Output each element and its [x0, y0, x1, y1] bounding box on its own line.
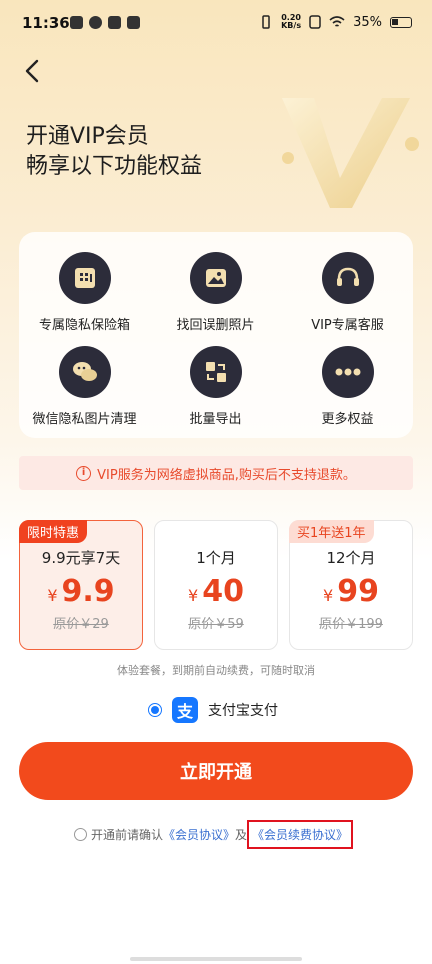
status-bar: 11:36 0.20 KB/s 35% [0, 0, 432, 50]
title-line-2: 畅享以下功能权益 [26, 154, 203, 179]
feature-item[interactable]: 专属隐私保险箱 [19, 252, 150, 333]
feature-label: 批量导出 [189, 412, 242, 427]
notification-icons [70, 16, 140, 29]
feature-item[interactable]: 更多权益 [282, 346, 413, 427]
plan-price: ¥40 [155, 574, 277, 609]
safe-icon [58, 252, 111, 304]
notice-text: VIP服务为网络虚拟商品,购买后不支持退款。 [97, 467, 356, 483]
agreement-prefix: 开通前请确认 [91, 828, 164, 842]
vip-v-logo-icon [282, 98, 419, 208]
more-icon [321, 346, 374, 398]
notification-app-icon [108, 16, 121, 29]
page-title: 开通VIP会员 畅享以下功能权益 [26, 122, 202, 182]
alipay-icon: 支 [172, 697, 198, 723]
back-button[interactable] [18, 56, 48, 86]
activate-button[interactable]: 立即开通 [19, 742, 413, 800]
price-value: 99 [337, 574, 379, 609]
notification-app-icon [89, 16, 102, 29]
feature-item[interactable]: VIP专属客服 [282, 252, 413, 333]
battery-icon [390, 16, 412, 28]
currency-symbol: ¥ [323, 586, 334, 605]
tiktok-icon [127, 16, 140, 29]
home-indicator[interactable] [130, 957, 302, 961]
plan-card-monthly[interactable]: 1个月 ¥40 原价￥59 [154, 520, 278, 650]
headset-icon [321, 252, 374, 304]
currency-symbol: ¥ [47, 586, 58, 605]
plan-name: 9.9元享7天 [41, 549, 121, 567]
feature-label: 更多权益 [321, 412, 374, 427]
title-line-1: 开通VIP会员 [26, 124, 149, 149]
plan-badge: 买1年送1年 [289, 520, 374, 543]
notification-app-icon [70, 16, 83, 29]
photo-icon [189, 252, 242, 304]
export-icon [189, 346, 242, 398]
plan-card-yearly[interactable]: 买1年送1年 12个月 ¥99 原价￥199 [289, 520, 413, 650]
plan-card-trial[interactable]: 限时特惠 9.9元享7天 ¥9.9 原价￥29 [19, 520, 143, 650]
status-time: 11:36 [22, 14, 70, 32]
renewal-agreement-link[interactable]: 《会员续费协议》 [252, 828, 348, 842]
plan-name: 1个月 [196, 549, 236, 567]
plan-original-price: 原价￥199 [319, 617, 383, 632]
payment-radio[interactable] [148, 703, 162, 717]
payment-label: 支付宝支付 [208, 703, 278, 719]
status-right: 0.20 KB/s 35% [259, 14, 412, 30]
feature-item[interactable]: 微信隐私图片清理 [19, 346, 150, 427]
features-card: 专属隐私保险箱 找回误删照片 VIP专属客服 微信隐私图片清理 批量导出 更多权… [19, 232, 413, 438]
agreement-row: 开通前请确认 《会员协议》 及 《会员续费协议》 [74, 820, 354, 849]
agreement-joiner: 及 [235, 828, 248, 842]
net-speed: 0.20 KB/s [281, 13, 302, 30]
renewal-agreement-highlight: 《会员续费协议》 [247, 820, 354, 849]
currency-symbol: ¥ [188, 586, 199, 605]
renew-note: 体验套餐，到期前自动续费，可随时取消 [117, 664, 315, 677]
plan-original-price: 原价￥29 [53, 617, 109, 632]
wifi-icon [329, 16, 345, 27]
feature-item[interactable]: 批量导出 [150, 346, 281, 427]
plan-price: ¥9.9 [20, 574, 142, 609]
plan-original-price: 原价￥59 [188, 617, 244, 632]
plan-badge: 限时特惠 [19, 520, 88, 543]
plan-price: ¥99 [290, 574, 412, 609]
chat-icon [58, 346, 111, 398]
feature-item[interactable]: 找回误删照片 [150, 252, 281, 333]
plan-name: 12个月 [326, 549, 376, 567]
battery-percent: 35% [353, 14, 382, 30]
sim-icon [309, 15, 321, 29]
payment-method-alipay[interactable]: 支 支付宝支付 [148, 697, 278, 723]
agreement-checkbox[interactable] [74, 828, 87, 841]
price-value: 9.9 [61, 574, 115, 609]
info-icon: i [76, 465, 92, 481]
feature-label: 找回误删照片 [176, 318, 255, 333]
chevron-left-icon [25, 59, 39, 83]
feature-label: VIP专属客服 [311, 318, 384, 333]
feature-label: 专属隐私保险箱 [38, 318, 130, 333]
price-value: 40 [202, 574, 244, 609]
feature-label: 微信隐私图片清理 [32, 412, 137, 427]
refund-notice: i VIP服务为网络虚拟商品,购买后不支持退款。 [19, 456, 413, 490]
vibrate-icon [262, 15, 270, 29]
member-agreement-link[interactable]: 《会员协议》 [163, 826, 235, 843]
